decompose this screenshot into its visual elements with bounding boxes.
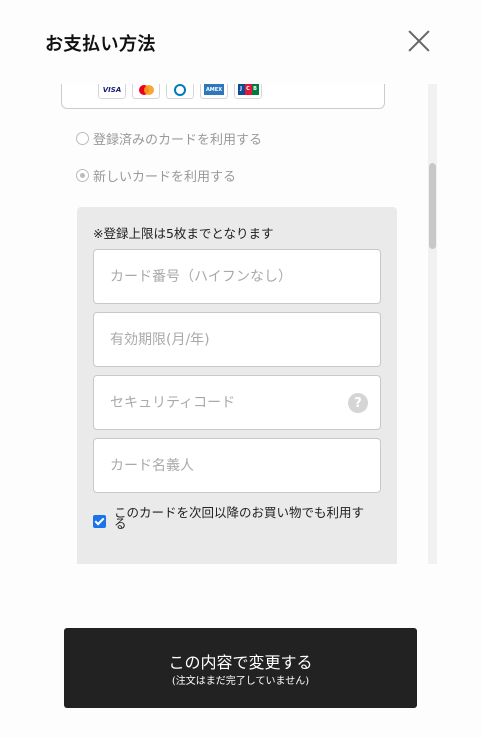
submit-change-button[interactable]: この内容で変更する (注文はまだ完了していません) bbox=[64, 628, 417, 708]
new-card-option[interactable]: 新しいカードを利用する bbox=[76, 166, 236, 185]
jcb-logo-icon: JCB bbox=[234, 84, 262, 99]
modal-header: お支払い方法 bbox=[0, 0, 482, 84]
card-holder-input[interactable] bbox=[94, 439, 380, 492]
saved-card-option[interactable]: 登録済みのカードを利用する bbox=[76, 129, 262, 148]
submit-label: この内容で変更する bbox=[168, 653, 313, 672]
save-card-checkbox[interactable] bbox=[93, 515, 106, 528]
card-limit-notice: ※登録上限は5枚までとなります bbox=[93, 226, 274, 241]
diners-logo-icon bbox=[166, 84, 194, 99]
card-number-input[interactable] bbox=[94, 250, 380, 303]
amex-logo-icon: AMEX bbox=[200, 84, 228, 99]
scrollbar-track[interactable] bbox=[428, 84, 437, 564]
help-icon[interactable]: ? bbox=[348, 393, 368, 413]
payment-method-modal: お支払い方法 VISA AMEX JCB 登録済みのカードを利用する 新しいカー… bbox=[0, 0, 482, 738]
card-number-field[interactable] bbox=[93, 249, 381, 304]
submit-sub-label: (注文はまだ完了していません) bbox=[171, 676, 310, 687]
expiry-field[interactable] bbox=[93, 312, 381, 367]
modal-title: お支払い方法 bbox=[45, 34, 156, 55]
new-card-form: ※登録上限は5枚までとなります ? このカードを次回以降のお買い物でも利用する bbox=[77, 207, 397, 564]
visa-logo-icon: VISA bbox=[98, 84, 126, 99]
mastercard-logo-icon bbox=[132, 84, 160, 99]
saved-card-radio[interactable] bbox=[76, 132, 89, 145]
card-holder-field[interactable] bbox=[93, 438, 381, 493]
new-card-radio[interactable] bbox=[76, 169, 89, 182]
security-code-field[interactable]: ? bbox=[93, 375, 381, 430]
modal-scroll-area[interactable]: VISA AMEX JCB 登録済みのカードを利用する 新しいカードを利用する … bbox=[0, 84, 482, 564]
new-card-label: 新しいカードを利用する bbox=[93, 170, 237, 185]
scrollbar-thumb[interactable] bbox=[429, 163, 436, 249]
security-code-input[interactable] bbox=[94, 376, 380, 429]
expiry-input[interactable] bbox=[94, 313, 380, 366]
saved-card-brands: VISA AMEX JCB bbox=[61, 84, 385, 109]
saved-card-label: 登録済みのカードを利用する bbox=[93, 133, 263, 148]
close-icon[interactable] bbox=[404, 26, 434, 56]
save-card-option[interactable]: このカードを次回以降のお買い物でも利用する bbox=[93, 505, 373, 531]
save-card-label: このカードを次回以降のお買い物でも利用する bbox=[114, 505, 365, 531]
